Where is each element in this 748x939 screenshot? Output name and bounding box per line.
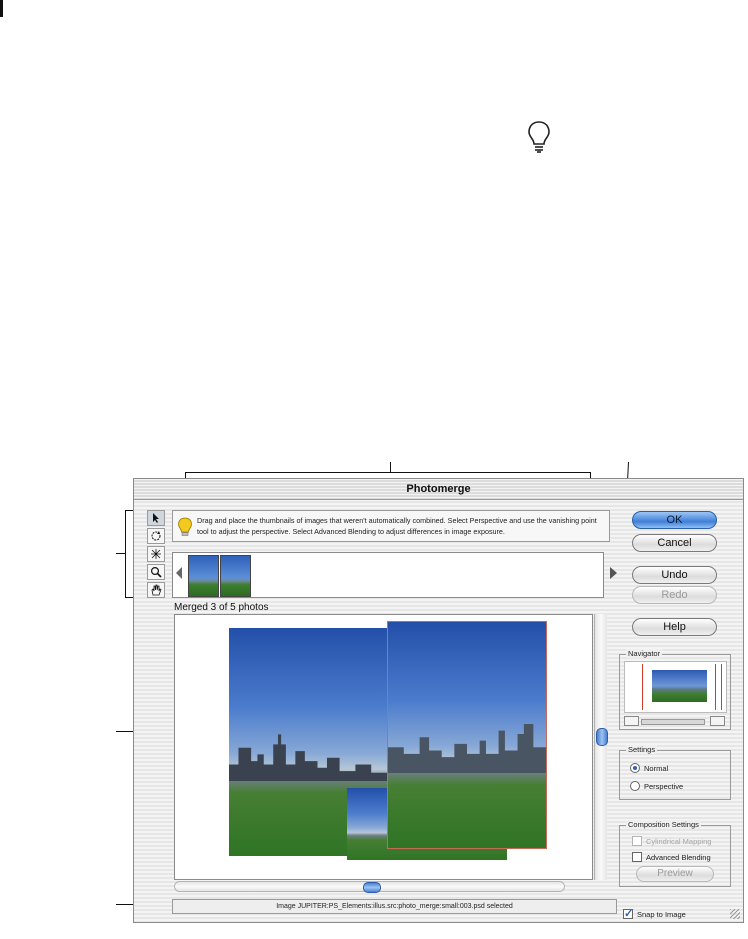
work-area[interactable]: [174, 614, 593, 880]
zoom-tool-icon: [150, 566, 162, 578]
settings-title: Settings: [626, 745, 658, 754]
navigator-view-edge-right-outer: [721, 664, 722, 710]
navigator-view-edge-left: [642, 664, 643, 710]
select-image-tool-icon: [153, 513, 159, 523]
lightbulb-hint-icon: [178, 517, 192, 536]
hand-tool[interactable]: [147, 582, 165, 598]
zoom-out-icon[interactable]: [624, 716, 639, 726]
cancel-button[interactable]: Cancel: [632, 534, 717, 552]
photomerge-dialog: Photomerge Drag and place the thumbnails…: [133, 478, 744, 923]
vertical-scroll-thumb[interactable]: [596, 728, 608, 746]
ok-button[interactable]: OK: [632, 511, 717, 529]
advanced-blending-label: Advanced Blending: [646, 853, 711, 862]
callout-top-bar: [185, 472, 591, 473]
perspective-radio[interactable]: [630, 781, 640, 791]
redo-button[interactable]: Redo: [632, 586, 717, 604]
zoom-slider[interactable]: [641, 719, 705, 725]
tool-column: [147, 510, 167, 600]
resize-grip-icon[interactable]: [730, 909, 740, 919]
hand-tool-icon: [151, 584, 162, 596]
advanced-blending-checkbox[interactable]: [632, 852, 642, 862]
callout-tools-stem: [116, 553, 126, 554]
thumbnail[interactable]: [220, 555, 251, 597]
cylindrical-mapping-checkbox[interactable]: [632, 836, 642, 846]
callout-top-stem: [390, 462, 391, 473]
dialog-title: Photomerge: [134, 479, 743, 500]
rotate-image-tool[interactable]: [147, 528, 165, 544]
navigator-preview[interactable]: [624, 661, 727, 713]
merged-photo-right-selected[interactable]: [387, 621, 547, 849]
lightbox-scroll-right-icon[interactable]: [610, 567, 617, 579]
undo-button[interactable]: Undo: [632, 566, 717, 584]
hint-box: Drag and place the thumbnails of images …: [172, 510, 610, 542]
cylindrical-mapping-label: Cylindrical Mapping: [646, 837, 712, 846]
checkmark-icon: ✓: [624, 908, 634, 920]
status-bar: Image JUPITER:PS_Elements:illus.src:phot…: [172, 899, 617, 914]
snap-to-image-checkbox[interactable]: ✓: [623, 908, 634, 920]
merged-count-label: Merged 3 of 5 photos: [174, 602, 269, 613]
vanishing-point-tool-icon: [151, 549, 161, 559]
lightbulb-tip-icon: [528, 121, 550, 153]
navigator-group: Navigator: [619, 649, 731, 730]
composition-title: Composition Settings: [626, 820, 701, 829]
hint-text: Drag and place the thumbnails of images …: [197, 516, 597, 536]
navigator-view-edge-right: [715, 664, 716, 710]
lightbox-thumbnails: [172, 552, 617, 598]
settings-group: Settings Normal Perspective: [619, 745, 731, 800]
zoom-in-icon[interactable]: [710, 716, 725, 726]
normal-label: Normal: [644, 764, 669, 773]
horizontal-scrollbar[interactable]: [174, 881, 565, 893]
zoom-tool[interactable]: [147, 564, 165, 580]
help-button[interactable]: Help: [632, 618, 717, 636]
vertical-scrollbar[interactable]: [594, 614, 608, 880]
perspective-label: Perspective: [644, 782, 684, 791]
navigator-title: Navigator: [626, 649, 663, 658]
rotate-image-tool-icon: [151, 531, 161, 541]
page-margin-bar: [0, 0, 3, 17]
horizontal-scroll-thumb[interactable]: [363, 882, 381, 893]
composition-settings-group: Composition Settings Cylindrical Mapping…: [619, 820, 731, 887]
lightbox-scroll-left-icon[interactable]: [176, 567, 182, 579]
snap-to-image-label: Snap to Image: [637, 910, 686, 919]
select-image-tool[interactable]: [147, 510, 165, 526]
navigator-thumbnail: [652, 670, 707, 702]
thumbnail[interactable]: [188, 555, 219, 597]
skyline-graphic: [388, 723, 546, 774]
normal-radio[interactable]: [630, 763, 640, 773]
vanishing-point-tool[interactable]: [147, 546, 165, 562]
preview-button[interactable]: Preview: [636, 866, 714, 882]
skyline-graphic: [229, 733, 387, 781]
